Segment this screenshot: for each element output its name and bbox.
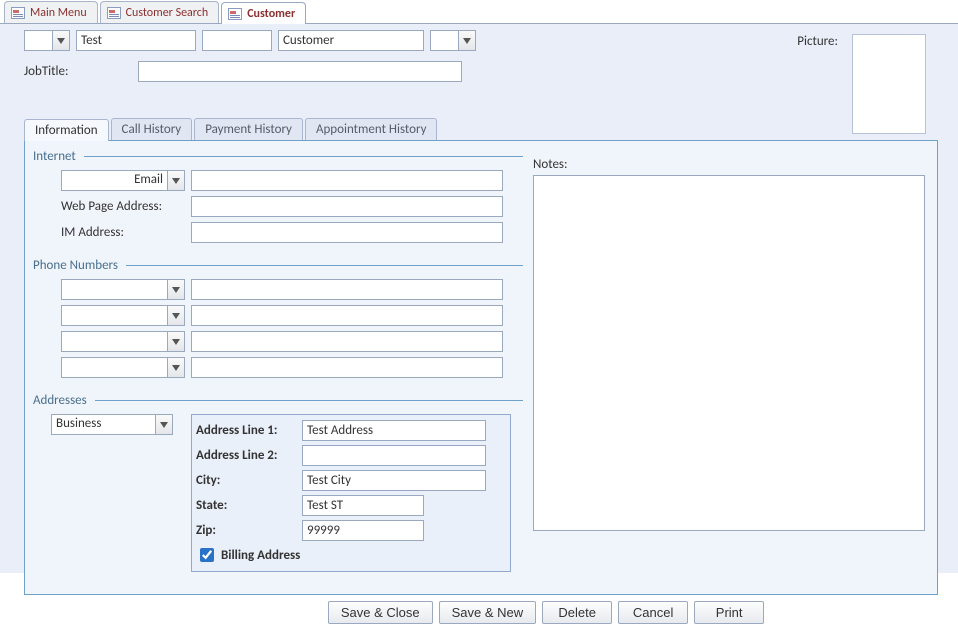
middle-name-input[interactable] [202, 30, 272, 51]
chevron-down-icon [52, 31, 69, 50]
jobtitle-row: JobTitle: [24, 61, 948, 82]
addr-state-label: State: [196, 498, 296, 513]
phone-type-dropdown[interactable] [61, 331, 185, 352]
chrome-tab-label: Customer [247, 7, 295, 21]
tab-call-history[interactable]: Call History [111, 118, 193, 140]
chrome-tab-label: Customer Search [126, 6, 209, 20]
detail-tab-bar: Information Call History Payment History… [24, 118, 948, 140]
phone-type-dropdown[interactable] [61, 305, 185, 326]
chrome-tab-label: Main Menu [30, 6, 87, 20]
chevron-down-icon [167, 332, 184, 351]
addr-line1-label: Address Line 1: [196, 423, 296, 438]
tab-information[interactable]: Information [24, 119, 109, 141]
phone-type-dropdown[interactable] [61, 279, 185, 300]
phone-row [61, 357, 523, 378]
delete-button[interactable]: Delete [542, 601, 612, 624]
addr-city-label: City: [196, 473, 296, 488]
print-button[interactable]: Print [694, 601, 764, 624]
address-type-dropdown[interactable]: Business [51, 414, 173, 435]
chevron-down-icon [167, 306, 184, 325]
addr-zip-input[interactable] [302, 520, 424, 541]
notes-textarea[interactable] [533, 175, 925, 531]
form-area: Picture: JobTitle: Information Call Hist… [0, 24, 958, 573]
chrome-tab-customer-search[interactable]: Customer Search [100, 1, 220, 23]
cancel-button[interactable]: Cancel [618, 601, 688, 624]
chrome-tab-bar: Main Menu Customer Search Customer [0, 0, 958, 24]
address-panel: Address Line 1: Address Line 2: City: [191, 414, 511, 572]
addr-state-input[interactable] [302, 495, 424, 516]
phone-row [61, 331, 523, 352]
chevron-down-icon [155, 415, 172, 434]
billing-checkbox[interactable] [200, 548, 214, 562]
phone-type-dropdown[interactable] [61, 357, 185, 378]
billing-checkbox-row[interactable]: Billing Address [196, 545, 500, 565]
section-rule [95, 400, 523, 401]
suffix-dropdown[interactable] [430, 30, 476, 51]
section-addresses: Addresses Business Address Line 1: [33, 393, 523, 572]
phone-input[interactable] [191, 305, 503, 326]
section-rule [126, 265, 523, 266]
section-title: Phone Numbers [33, 258, 126, 273]
phone-row [61, 305, 523, 326]
chevron-down-icon [167, 280, 184, 299]
addr-line2-label: Address Line 2: [196, 448, 296, 463]
title-dropdown[interactable] [24, 30, 70, 51]
phone-input[interactable] [191, 279, 503, 300]
jobtitle-label: JobTitle: [24, 64, 68, 79]
section-phones: Phone Numbers [33, 258, 523, 383]
notes-label: Notes: [533, 157, 925, 172]
tab-appointment-history[interactable]: Appointment History [305, 118, 438, 140]
chevron-down-icon [167, 358, 184, 377]
last-name-input[interactable] [278, 30, 424, 51]
save-close-button[interactable]: Save & Close [328, 601, 433, 624]
addr-line2-input[interactable] [302, 445, 486, 466]
form-icon [228, 8, 242, 20]
chevron-down-icon [167, 171, 184, 190]
detail-body: Internet Email Web Page Address: [24, 140, 938, 595]
picture-label: Picture: [797, 34, 838, 49]
chrome-tab-customer[interactable]: Customer [221, 2, 306, 24]
im-label: IM Address: [61, 225, 185, 240]
web-label: Web Page Address: [61, 199, 185, 214]
email-type-dropdown[interactable]: Email [61, 170, 185, 191]
addr-zip-label: Zip: [196, 523, 296, 538]
web-input[interactable] [191, 196, 503, 217]
billing-label: Billing Address [221, 548, 300, 563]
section-rule [84, 156, 523, 157]
form-icon [107, 7, 121, 19]
chevron-down-icon [458, 31, 475, 50]
section-title: Internet [33, 149, 84, 164]
buttons-row: Save & Close Save & New Delete Cancel Pr… [24, 601, 948, 624]
chrome-tab-main-menu[interactable]: Main Menu [4, 1, 98, 23]
notes-area: Notes: [533, 157, 925, 531]
section-internet: Internet Email Web Page Address: [33, 149, 523, 248]
email-input[interactable] [191, 170, 503, 191]
jobtitle-input[interactable] [138, 61, 462, 82]
first-name-input[interactable] [76, 30, 196, 51]
im-input[interactable] [191, 222, 503, 243]
form-icon [11, 7, 25, 19]
phone-input[interactable] [191, 357, 503, 378]
save-new-button[interactable]: Save & New [439, 601, 537, 624]
phone-input[interactable] [191, 331, 503, 352]
phone-row [61, 279, 523, 300]
section-title: Addresses [33, 393, 95, 408]
addr-city-input[interactable] [302, 470, 486, 491]
addr-line1-input[interactable] [302, 420, 486, 441]
tab-payment-history[interactable]: Payment History [194, 118, 303, 140]
